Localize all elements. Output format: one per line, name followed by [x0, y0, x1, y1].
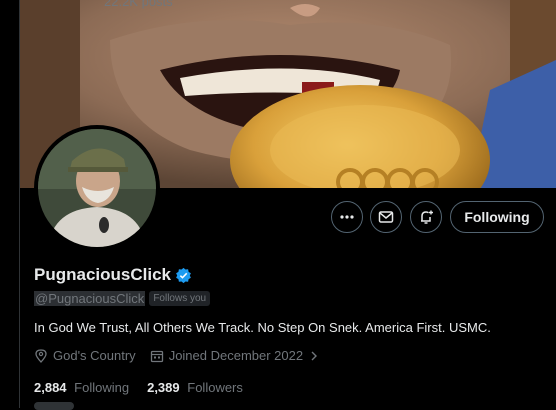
notifications-button[interactable]: [410, 201, 442, 233]
profile-meta: God's Country Joined December 2022: [34, 348, 325, 363]
mail-icon: [378, 211, 394, 223]
follow-stats: 2,884 Following 2,389 Followers: [34, 380, 243, 395]
following-label: Following: [74, 380, 130, 395]
verified-badge-icon[interactable]: [175, 267, 192, 284]
joined-date[interactable]: Joined December 2022: [150, 348, 325, 363]
location-text: God's Country: [53, 348, 136, 363]
bell-plus-icon: [421, 210, 433, 224]
followed-by-avatars: [34, 402, 74, 410]
posts-count: 22.2K posts: [104, 0, 173, 9]
location: God's Country: [34, 348, 136, 363]
more-button[interactable]: [331, 201, 363, 233]
location-pin-icon: [35, 348, 47, 363]
chevron-right-icon: [311, 351, 318, 360]
bio: In God We Trust, All Others We Track. No…: [34, 320, 491, 335]
following-count: 2,884: [34, 380, 67, 395]
display-name: PugnaciousClick: [34, 265, 171, 284]
name-row: PugnaciousClick: [34, 265, 192, 285]
followers-link[interactable]: 2,389 Followers: [147, 380, 243, 395]
joined-text: Joined December 2022: [168, 348, 304, 363]
followers-label: Followers: [187, 380, 243, 395]
message-button[interactable]: [370, 201, 402, 233]
following-button[interactable]: Following: [450, 201, 544, 233]
profile-actions: Following: [0, 201, 556, 233]
followers-count: 2,389: [147, 380, 180, 395]
calendar-icon: [150, 350, 163, 362]
follows-you-badge: Follows you: [149, 291, 211, 306]
handle-row: @PugnaciousClick Follows you: [34, 291, 211, 306]
handle: @PugnaciousClick: [34, 291, 146, 306]
more-icon: [340, 215, 354, 219]
following-link[interactable]: 2,884 Following: [34, 380, 129, 395]
